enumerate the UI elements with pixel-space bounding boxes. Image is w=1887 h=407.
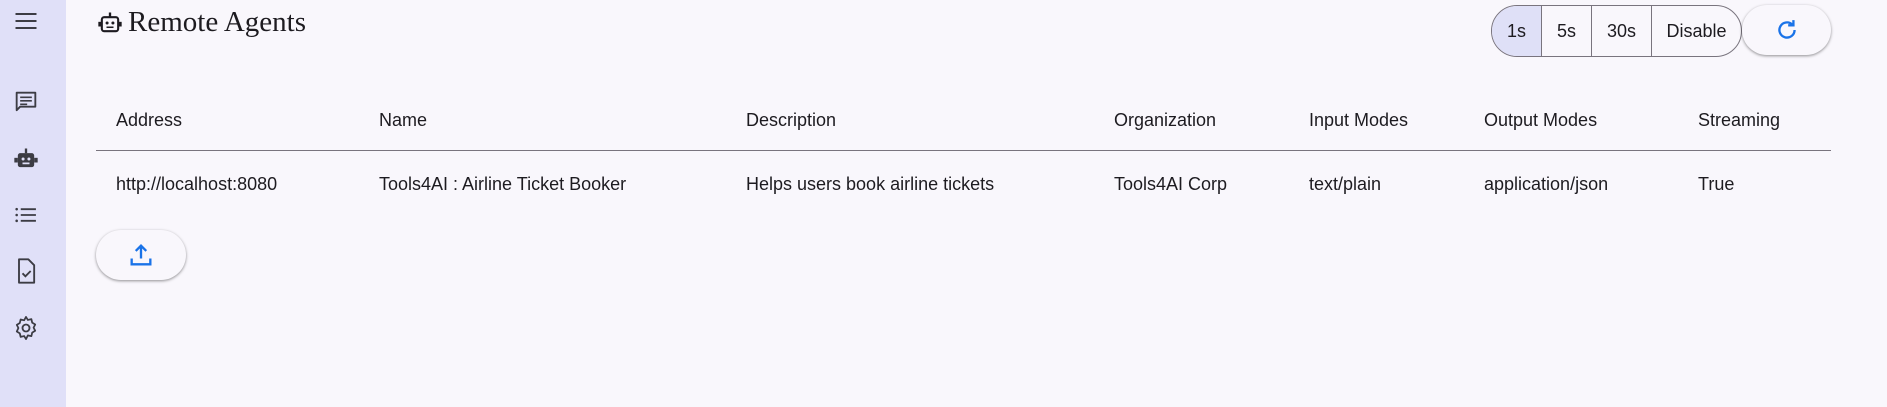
- refresh-1s-option[interactable]: 1s: [1492, 6, 1542, 56]
- agents-table: Address Name Description Organization In…: [96, 90, 1831, 217]
- main-content: Remote Agents 1s 5s 30s Disable Address …: [66, 0, 1887, 407]
- table-row[interactable]: http://localhost:8080 Tools4AI : Airline…: [96, 151, 1831, 217]
- refresh-interval-toggle: 1s 5s 30s Disable: [1491, 5, 1742, 57]
- cell-streaming: True: [1698, 173, 1735, 194]
- robot-icon: [98, 12, 122, 32]
- sidebar-item-settings[interactable]: [9, 311, 43, 345]
- cell-description: Helps users book airline tickets: [746, 173, 995, 194]
- chat-icon: [15, 91, 37, 112]
- refresh-button[interactable]: [1742, 5, 1831, 55]
- cell-name: Tools4AI : Airline Ticket Booker: [379, 173, 627, 194]
- column-header-name: Name: [379, 109, 428, 130]
- page-title: Remote Agents: [128, 6, 307, 38]
- refresh-30s-option[interactable]: 30s: [1592, 6, 1652, 56]
- menu-icon: [15, 12, 37, 30]
- column-header-description: Description: [746, 109, 837, 130]
- column-header-organization: Organization: [1114, 109, 1217, 130]
- upload-agent-button[interactable]: [96, 230, 186, 280]
- sidebar-item-tasks[interactable]: [9, 254, 43, 288]
- robot-icon: [14, 148, 38, 168]
- sidebar-item-conversations[interactable]: [9, 85, 43, 119]
- cell-address: http://localhost:8080: [116, 173, 278, 194]
- cell-output-modes: application/json: [1484, 173, 1609, 194]
- column-header-address: Address: [116, 109, 183, 130]
- upload-icon: [130, 244, 152, 266]
- menu-button[interactable]: [9, 4, 43, 38]
- task-check-icon: [18, 258, 36, 284]
- sidebar-item-event-list[interactable]: [9, 198, 43, 232]
- sidebar: [0, 0, 66, 407]
- list-icon: [15, 207, 36, 223]
- refresh-5s-option[interactable]: 5s: [1542, 6, 1592, 56]
- column-header-input-modes: Input Modes: [1309, 109, 1409, 130]
- gear-icon: [15, 316, 37, 340]
- refresh-icon: [1777, 20, 1796, 39]
- page-header: Remote Agents: [96, 6, 306, 39]
- cell-organization: Tools4AI Corp: [1114, 173, 1228, 194]
- column-header-streaming: Streaming: [1698, 109, 1781, 130]
- cell-input-modes: text/plain: [1309, 173, 1382, 194]
- sidebar-item-agents[interactable]: [9, 142, 43, 176]
- table-header-row: Address Name Description Organization In…: [96, 90, 1831, 151]
- column-header-output-modes: Output Modes: [1484, 109, 1598, 130]
- refresh-disable-option[interactable]: Disable: [1652, 6, 1741, 56]
